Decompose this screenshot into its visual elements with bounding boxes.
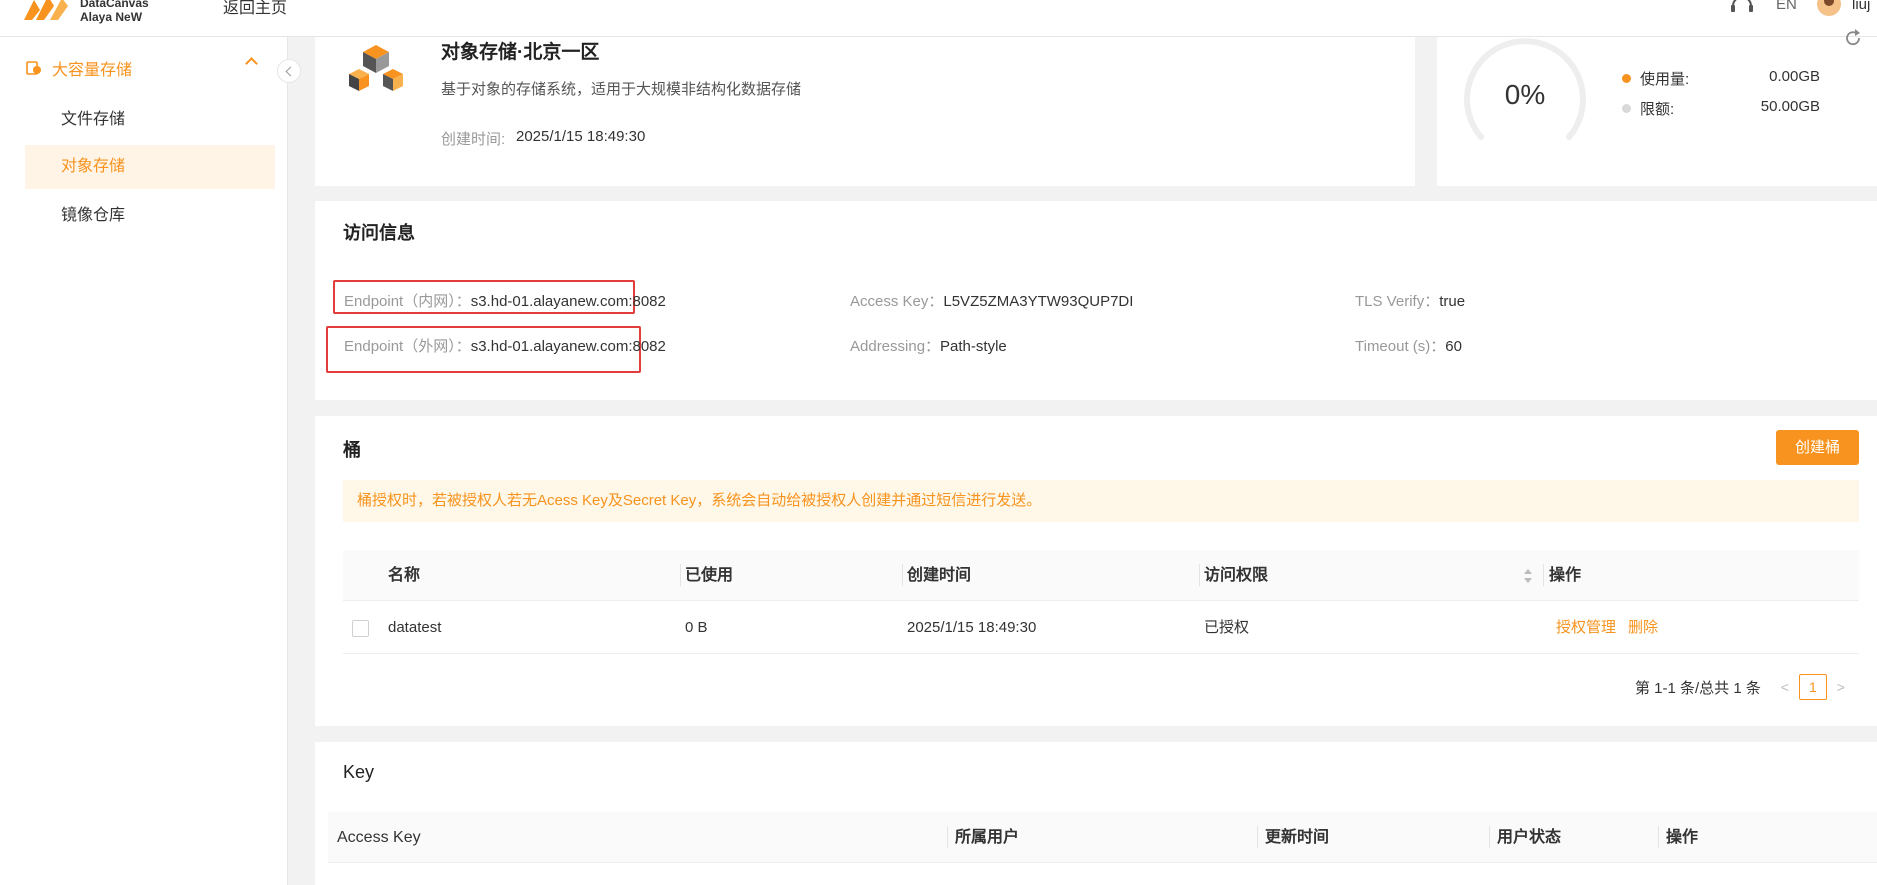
pagination: 第 1-1 条/总共 1 条 < 1 > (1635, 674, 1851, 700)
addressing: Addressing：Path-style (850, 335, 1007, 356)
sidebar-item-file-storage[interactable]: 文件存储 (25, 98, 275, 142)
column-separator (1658, 826, 1659, 848)
tls-verify: TLS Verify：true (1355, 290, 1465, 311)
legend-limit-label: 限额: (1640, 101, 1675, 118)
tls-verify-value: true (1439, 293, 1466, 310)
created-time-value: 2025/1/15 18:49:30 (516, 128, 646, 145)
access-key-value: L5VZ5ZMA3YTW93QUP7DI (943, 293, 1134, 310)
pagination-summary: 第 1-1 条/总共 1 条 (1635, 679, 1761, 697)
table-row: datatest 0 B 2025/1/15 18:49:30 已授权 授权管理… (343, 602, 1859, 654)
legend-used: 使用量: (1622, 68, 1689, 89)
logo-text-line1: DataCanvas (80, 0, 149, 10)
bucket-used: 0 B (685, 619, 708, 636)
access-info-card: 访问信息 Endpoint（内网）：s3.hd-01.alayanew.com:… (315, 201, 1877, 400)
key-table-header: Access Key 所属用户 更新时间 用户状态 操作 (328, 812, 1877, 863)
alaya-logo-icon (24, 0, 68, 20)
page-number-1[interactable]: 1 (1798, 674, 1827, 700)
column-separator (1257, 826, 1258, 848)
column-owner: 所属用户 (955, 829, 1020, 846)
access-key: Access Key：L5VZ5ZMA3YTW93QUP7DI (850, 290, 1133, 311)
bucket-name[interactable]: datatest (388, 602, 441, 654)
usage-card: 0% 使用量: 限额: 0.00GB 50.00GB (1437, 37, 1877, 186)
sidebar-item-image-registry[interactable]: 镜像仓库 (25, 194, 275, 238)
endpoint-external-label: Endpoint（外网）： (344, 338, 471, 355)
back-home-link[interactable]: 返回主页 (223, 0, 287, 18)
endpoint-external: Endpoint（外网）：s3.hd-01.alayanew.com:8082 (344, 335, 666, 356)
column-separator (1199, 564, 1200, 586)
column-used: 已使用 (685, 567, 734, 584)
storage-title: 对象存储·北京一区 (441, 42, 600, 63)
top-bar: DataCanvas Alaya NeW 返回主页 EN liuj (0, 0, 1877, 37)
sidebar: 大容量存储 文件存储 对象存储 镜像仓库 (0, 37, 288, 885)
sidebar-group-label: 大容量存储 (52, 62, 133, 79)
column-user-status: 用户状态 (1497, 829, 1562, 846)
bucket-notice: 桶授权时，若被授权人若无Acess Key及Secret Key，系统会自动给被… (343, 480, 1859, 522)
legend-dot-used (1622, 74, 1631, 83)
key-title: Key (343, 762, 375, 782)
legend-limit: 限额: (1622, 98, 1674, 119)
endpoint-external-value: s3.hd-01.alayanew.com:8082 (470, 338, 666, 355)
endpoint-internal-value: s3.hd-01.alayanew.com:8082 (470, 293, 666, 310)
usage-limit-value: 50.00GB (1760, 98, 1820, 115)
column-updated: 更新时间 (1265, 829, 1330, 846)
usage-used-value: 0.00GB (1769, 68, 1820, 85)
endpoint-internal-label: Endpoint（内网）： (344, 293, 471, 310)
timeout-value: 60 (1445, 338, 1462, 355)
storage-group-icon (26, 61, 41, 75)
column-name: 名称 (388, 567, 421, 584)
delete-bucket-link[interactable]: 删除 (1628, 602, 1658, 654)
sidebar-group-mass-storage[interactable]: 大容量存储 (26, 53, 266, 83)
timeout-label: Timeout (s)： (1355, 338, 1446, 355)
prev-page-icon[interactable]: < (1775, 679, 1795, 695)
avatar[interactable] (1817, 0, 1841, 16)
column-separator (680, 564, 681, 586)
column-separator (902, 564, 903, 586)
logo-text: DataCanvas Alaya NeW (80, 0, 149, 24)
column-access-key: Access Key (337, 829, 421, 846)
tls-verify-label: TLS Verify： (1355, 293, 1440, 310)
access-key-label: Access Key： (850, 293, 944, 310)
sidebar-collapse-button[interactable] (277, 59, 301, 83)
chevron-up-icon[interactable] (245, 57, 258, 70)
bucket-table-header: 名称 已使用 创建时间 访问权限 操作 (343, 550, 1859, 601)
column-key-actions: 操作 (1666, 829, 1699, 846)
next-page-icon[interactable]: > (1831, 679, 1851, 695)
column-separator (1543, 564, 1544, 586)
bucket-permission: 已授权 (1204, 619, 1250, 636)
addressing-value: Path-style (940, 338, 1007, 355)
bucket-created: 2025/1/15 18:49:30 (907, 619, 1037, 636)
create-bucket-button[interactable]: 创建桶 (1776, 430, 1859, 465)
refresh-icon[interactable] (1843, 28, 1863, 48)
bucket-title: 桶 (343, 440, 361, 460)
sidebar-item-object-storage[interactable]: 对象存储 (25, 145, 275, 189)
key-card: Key Access Key 所属用户 更新时间 用户状态 操作 (315, 742, 1877, 885)
manage-permission-link[interactable]: 授权管理 (1556, 602, 1616, 654)
legend-dot-limit (1622, 104, 1631, 113)
headset-icon[interactable] (1729, 0, 1755, 16)
row-checkbox[interactable] (352, 620, 369, 637)
timeout: Timeout (s)：60 (1355, 335, 1462, 356)
column-separator (947, 826, 948, 848)
column-actions: 操作 (1549, 567, 1582, 584)
column-permission: 访问权限 (1204, 567, 1269, 584)
storage-info-card: 对象存储·北京一区 基于对象的存储系统，适用于大规模非结构化数据存储 创建时间:… (315, 37, 1415, 186)
column-created: 创建时间 (907, 567, 972, 584)
column-separator (1489, 826, 1490, 848)
bucket-card: 桶 创建桶 桶授权时，若被授权人若无Acess Key及Secret Key，系… (315, 416, 1877, 726)
usage-percent: 0% (1504, 79, 1546, 110)
access-info-title: 访问信息 (343, 223, 415, 243)
endpoint-internal: Endpoint（内网）：s3.hd-01.alayanew.com:8082 (344, 290, 666, 311)
sort-icon[interactable] (1523, 567, 1533, 585)
addressing-label: Addressing： (850, 338, 941, 355)
storage-description: 基于对象的存储系统，适用于大规模非结构化数据存储 (441, 81, 802, 98)
created-time-label: 创建时间: (441, 131, 506, 148)
language-switch[interactable]: EN (1776, 0, 1797, 13)
username[interactable]: liuj (1852, 0, 1870, 13)
legend-used-label: 使用量: (1640, 71, 1690, 88)
object-storage-cube-icon (349, 45, 403, 91)
logo-text-line2: Alaya NeW (80, 10, 143, 24)
